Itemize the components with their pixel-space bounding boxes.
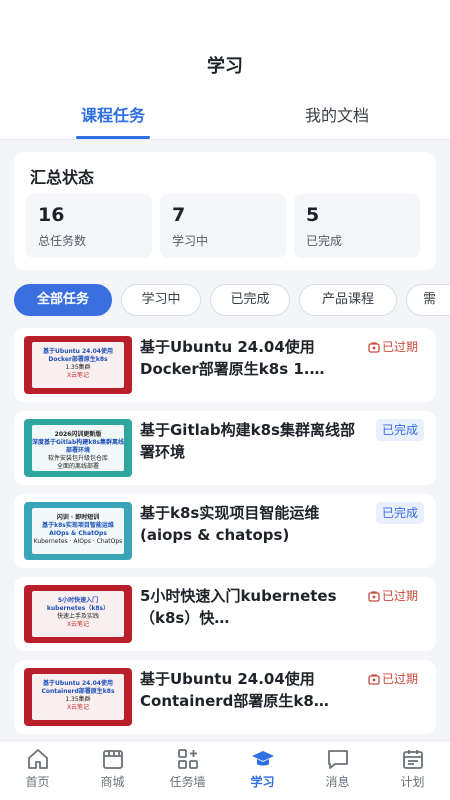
chip-learning[interactable]: 学习中 [121,284,201,316]
course-thumbnail: 基于Ubuntu 24.04使用 Containerd部署原生k8s 1.35集… [24,668,132,726]
thumb-text: Kubernetes · AIOps · ChatOps [33,538,123,545]
chip-product-courses[interactable]: 产品课程 [299,284,397,316]
task-wall-icon [177,749,198,769]
active-tab-indicator [76,136,150,139]
thumb-text: AIOps & ChatOps [49,530,107,537]
status-label: 已过期 [381,672,418,686]
store-icon [102,750,123,769]
home-icon [27,749,48,769]
nav-home[interactable]: 首页 [0,747,75,790]
thumb-text: Containerd部署原生k8s [41,688,115,695]
course-title: 基于Ubuntu 24.04使用Containerd部署原生k8… [140,670,329,710]
status-label: 已过期 [381,589,418,603]
nav-label: 消息 [325,775,350,789]
status-badge: 已过期 [362,336,424,358]
bottom-nav: 首页 商城 任务墙 学习 消息 计划 [0,740,450,800]
page-title: 学习 [207,56,243,77]
chip-all-tasks[interactable]: 全部任务 [14,284,112,316]
nav-label: 学习 [250,775,275,789]
thumb-text: X云笔记 [66,704,90,711]
graduation-cap-icon [251,751,274,766]
stat-value: 7 [172,204,186,226]
header: 学习 课程任务 我的文档 [0,0,450,140]
status-badge: 已过期 [362,668,424,690]
course-thumbnail: 基于Ubuntu 24.04使用 Docker部署原生k8s 1.35集群 X云… [24,336,132,394]
course-thumbnail: 2026闪训更新版 深度基于Gitlab构建k8s集群离线部署环境 软件安装包升… [24,419,132,477]
nav-label: 计划 [400,775,425,789]
thumb-text: 闪训 · 即时短训 [56,514,100,521]
course-title: 基于Ubuntu 24.04使用Docker部署原生k8s 1.… [140,338,325,378]
thumb-text: 基于Ubuntu 24.04使用 [43,680,113,687]
nav-label: 商城 [100,775,125,789]
nav-study[interactable]: 学习 [225,747,300,790]
thumb-text: 全面的离线部署 [56,463,99,470]
stat-completed[interactable]: 5 已完成 [294,194,420,258]
status-label: 已过期 [381,340,418,354]
thumb-text: X云笔记 [66,621,90,628]
summary-title: 汇总状态 [30,168,95,187]
expired-icon [368,591,380,602]
status-badge: 已过期 [362,585,424,607]
calendar-icon [402,750,423,769]
nav-label: 首页 [25,775,50,789]
filter-chips: 全部任务 学习中 已完成 产品课程 需 [14,284,450,318]
course-card[interactable]: 闪训 · 即时短训 基于k8s实现项目智能运维 AIOps & ChatOps … [14,494,436,568]
stat-in-progress[interactable]: 7 学习中 [160,194,286,258]
nav-label: 任务墙 [169,775,206,789]
course-title: 基于Gitlab构建k8s集群离线部署环境 [140,421,355,461]
summary-card: 汇总状态 16 总任务数 7 学习中 5 已完成 [14,152,436,270]
tab-course-tasks[interactable]: 课程任务 [66,102,160,126]
thumb-text: X云笔记 [66,372,90,379]
expired-icon [368,342,380,353]
stat-label: 已完成 [306,234,343,248]
thumb-text: 基于k8s实现项目智能运维 [42,522,114,529]
nav-task-wall[interactable]: 任务墙 [150,747,225,790]
stat-label: 学习中 [172,234,209,248]
course-card[interactable]: 2026闪训更新版 深度基于Gitlab构建k8s集群离线部署环境 软件安装包升… [14,411,436,485]
course-thumbnail: 闪训 · 即时短训 基于k8s实现项目智能运维 AIOps & ChatOps … [24,502,132,560]
thumb-text: Docker部署原生k8s [48,356,108,363]
stat-label: 总任务数 [38,234,87,248]
stat-total-tasks[interactable]: 16 总任务数 [26,194,152,258]
course-title: 5小时快速入门kubernetes（k8s）快… [140,587,337,627]
chip-completed[interactable]: 已完成 [210,284,290,316]
course-title: 基于k8s实现项目智能运维(aiops & chatops) [140,504,320,544]
course-card[interactable]: 基于Ubuntu 24.04使用 Docker部署原生k8s 1.35集群 X云… [14,328,436,402]
stat-value: 5 [306,204,320,226]
expired-icon [368,674,380,685]
thumb-text: 快速上手及实践 [56,613,99,620]
nav-messages[interactable]: 消息 [300,747,375,790]
thumb-text: 深度基于Gitlab构建k8s集群离线部署环境 [32,439,124,454]
course-card[interactable]: 基于Ubuntu 24.04使用 Containerd部署原生k8s 1.35集… [14,660,436,734]
nav-store[interactable]: 商城 [75,747,150,790]
chip-more[interactable]: 需 [406,284,450,316]
thumb-text: 1.35集群 [65,364,91,371]
course-thumbnail: 5小时快速入门 kubernetes（k8s） 快速上手及实践 X云笔记 [24,585,132,643]
status-badge: 已完成 [375,419,424,441]
status-badge: 已完成 [375,502,424,524]
stat-value: 16 [38,204,65,226]
course-card[interactable]: 5小时快速入门 kubernetes（k8s） 快速上手及实践 X云笔记 5小时… [14,577,436,651]
message-icon [327,750,348,769]
tab-my-documents[interactable]: 我的文档 [290,102,384,126]
thumb-text: kubernetes（k8s） [46,605,110,612]
thumb-text: 1.35集群 [65,696,91,703]
thumb-text: 2026闪训更新版 [54,431,102,438]
thumb-text: 基于Ubuntu 24.04使用 [43,348,113,355]
thumb-text: 软件安装包升级包仓库 [47,455,108,462]
nav-plan[interactable]: 计划 [375,747,450,790]
thumb-text: 5小时快速入门 [57,597,99,604]
